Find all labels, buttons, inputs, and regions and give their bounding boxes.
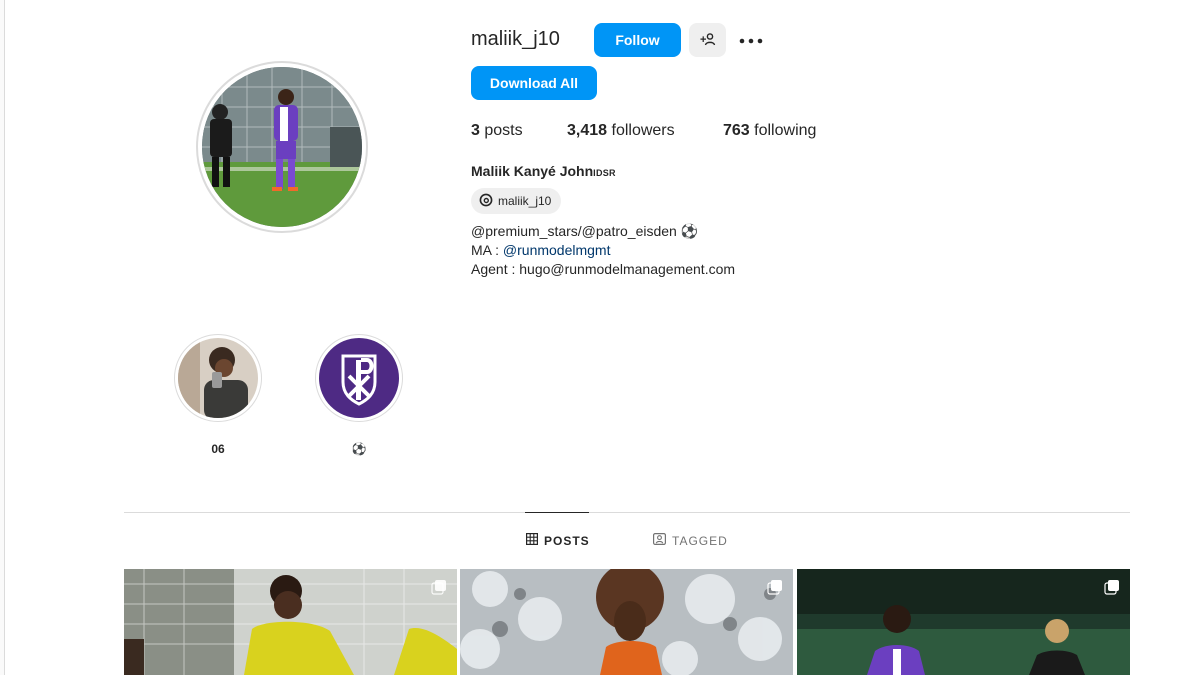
highlight-cover xyxy=(178,338,258,418)
profile-username: maliik_j10 xyxy=(471,28,560,50)
tab-tagged[interactable]: TAGGED xyxy=(653,533,728,548)
threads-handle: maliik_j10 xyxy=(498,194,552,208)
highlight-label: ⚽ xyxy=(351,442,367,456)
tabs-divider xyxy=(124,512,1130,513)
follow-button[interactable]: Follow xyxy=(594,23,681,57)
highlight-cover xyxy=(319,338,399,418)
threads-icon xyxy=(479,193,493,210)
carousel-icon xyxy=(1104,579,1120,600)
avatar[interactable] xyxy=(202,67,362,227)
tab-tagged-label: TAGGED xyxy=(672,533,728,548)
profile-full-name: Maliik Kanyé JohnIDSR xyxy=(471,163,616,179)
carousel-icon xyxy=(431,579,447,600)
bio-line-1: @premium_stars/@patro_eisden ⚽ xyxy=(471,223,699,239)
carousel-icon xyxy=(767,579,783,600)
active-tab-indicator xyxy=(525,512,589,513)
highlight-06[interactable]: 06 xyxy=(173,334,263,456)
pronoun-badge: IDSR xyxy=(593,168,616,178)
add-person-icon: + xyxy=(700,31,716,50)
tab-posts[interactable]: POSTS xyxy=(526,533,590,548)
post-thumbnail[interactable] xyxy=(460,569,793,675)
highlight-football[interactable]: ⚽ xyxy=(314,334,404,456)
download-all-button[interactable]: Download All xyxy=(471,66,597,100)
posts-count: 3 posts xyxy=(471,122,523,139)
post-thumbnail[interactable] xyxy=(124,569,457,675)
bio-line-2: MA : @runmodelmgmt xyxy=(471,242,611,258)
more-horizontal-icon xyxy=(739,31,763,49)
highlight-label: 06 xyxy=(211,442,225,456)
profile-bio: @premium_stars/@patro_eisden ⚽ MA : @run… xyxy=(471,222,735,279)
bio-line-3: Agent : hugo@runmodelmanagement.com xyxy=(471,261,736,277)
more-options-button[interactable] xyxy=(735,26,767,54)
window-edge xyxy=(0,0,5,675)
post-thumbnail[interactable] xyxy=(797,569,1130,675)
threads-badge[interactable]: maliik_j10 xyxy=(471,188,562,214)
tab-posts-label: POSTS xyxy=(544,533,590,548)
tagged-icon xyxy=(653,533,667,548)
highlight-ring xyxy=(174,334,262,422)
highlight-ring xyxy=(315,334,403,422)
following-link[interactable]: 763 following xyxy=(723,122,816,140)
suggested-accounts-button[interactable]: + xyxy=(689,23,726,57)
bio-mention-link[interactable]: @runmodelmgmt xyxy=(503,242,611,258)
grid-icon xyxy=(526,533,539,548)
followers-link[interactable]: 3,418 followers xyxy=(567,122,675,140)
